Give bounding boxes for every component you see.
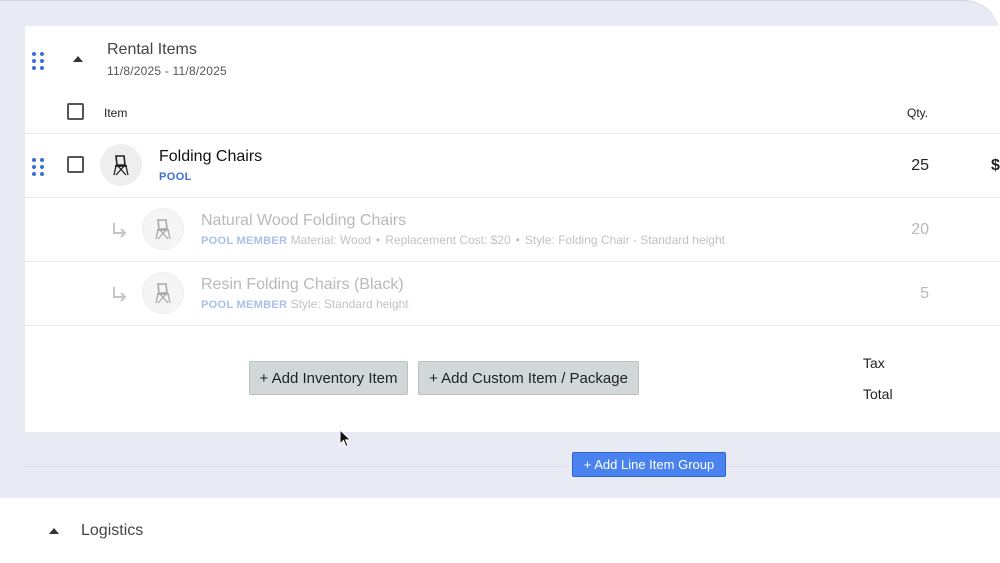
total-label: Total [863,386,893,402]
column-header-item: Item [104,106,128,120]
member-attr: Style: Standard height [290,297,409,311]
rental-items-panel: Rental Items 11/8/2025 - 11/8/2025 Item … [25,26,1000,432]
add-inventory-item-button[interactable]: + Add Inventory Item [249,361,408,395]
row-checkbox[interactable] [67,156,84,173]
table-row-member[interactable]: Natural Wood Folding Chairs POOL MEMBER … [25,197,1000,261]
row-drag-handle-icon[interactable] [32,158,44,176]
collapse-caret-icon[interactable] [73,56,83,62]
item-name[interactable]: Folding Chairs [159,148,262,166]
divider [25,466,1000,467]
app-frame: Rental Items 11/8/2025 - 11/8/2025 Item … [0,0,1000,563]
member-name[interactable]: Natural Wood Folding Chairs [201,212,406,230]
member-name[interactable]: Resin Folding Chairs (Black) [201,276,404,294]
pool-badge: POOL [159,171,192,183]
member-attr: Material: Wood [290,233,372,247]
member-attr: Replacement Cost: $20 [385,233,511,247]
tax-label: Tax [863,355,885,371]
mouse-cursor-icon [339,429,352,448]
folding-chair-icon [142,272,184,314]
collapse-caret-icon[interactable] [49,528,59,534]
group-title: Rental Items [107,41,197,58]
item-qty[interactable]: 25 [889,157,929,175]
member-qty[interactable]: 5 [889,285,929,303]
add-custom-item-button[interactable]: + Add Custom Item / Package [418,361,639,395]
member-qty[interactable]: 20 [889,221,929,239]
folding-chair-icon [142,208,184,250]
table-row-pool[interactable]: Folding Chairs POOL 25 $ [25,133,1000,197]
item-price: $ [991,157,1000,174]
logistics-title: Logistics [81,522,144,539]
member-attr: Style: Folding Chair - Standard height [524,233,725,247]
group-drag-handle-icon[interactable] [32,52,44,70]
table-row-member[interactable]: Resin Folding Chairs (Black) POOL MEMBER… [25,261,1000,325]
member-details: POOL MEMBER Style: Standard height [201,297,409,311]
pool-member-badge: POOL MEMBER [201,299,288,311]
column-header-qty: Qty. [907,106,929,120]
sub-item-arrow-icon [113,223,127,238]
logistics-section[interactable]: Logistics [0,498,1000,563]
sub-item-arrow-icon [113,287,127,302]
member-details: POOL MEMBER Material: Wood • Replacement C… [201,233,725,247]
select-all-checkbox[interactable] [67,103,84,120]
group-dates: 11/8/2025 - 11/8/2025 [107,64,227,78]
divider [25,325,1000,326]
pool-member-badge: POOL MEMBER [201,235,288,247]
add-line-item-group-button[interactable]: + Add Line Item Group [572,452,726,477]
folding-chair-icon [100,144,142,186]
